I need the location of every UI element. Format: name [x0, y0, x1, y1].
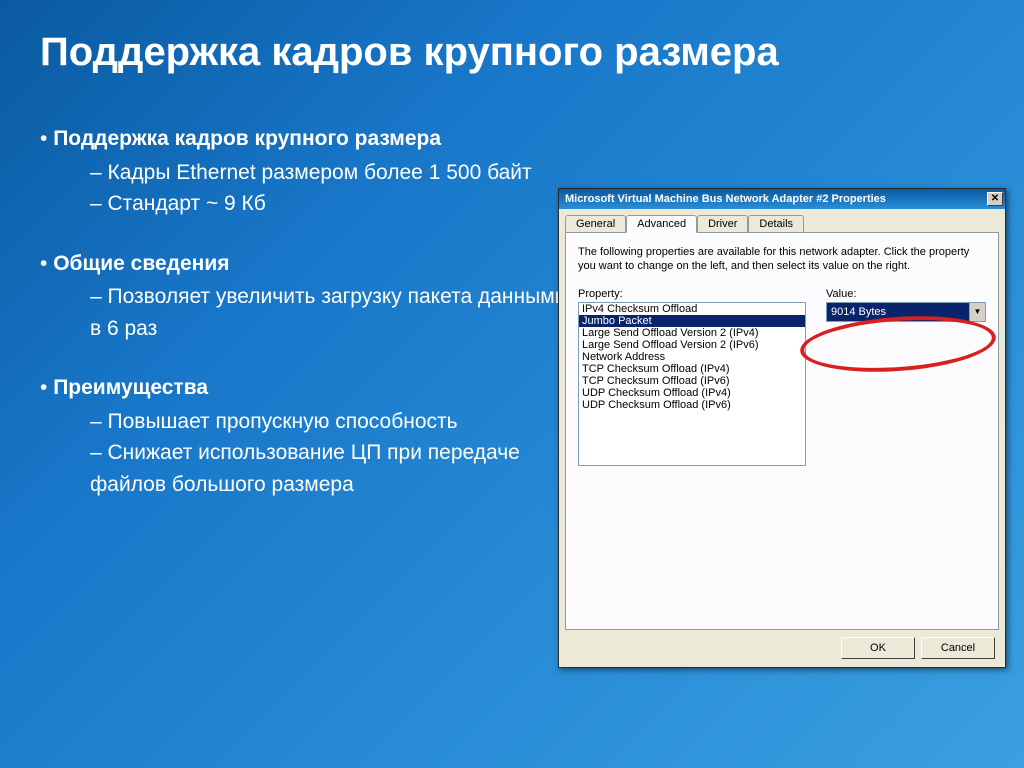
sub-bullet: Снижает использование ЦП при передаче фа… [90, 437, 570, 500]
bullet-head: Поддержка кадров крупного размера [53, 127, 441, 150]
tab-details[interactable]: Details [748, 215, 804, 232]
dialog-title-text: Microsoft Virtual Machine Bus Network Ad… [565, 193, 987, 205]
close-button[interactable]: ✕ [987, 192, 1003, 206]
value-selected-text: 9014 Bytes [827, 303, 969, 321]
sub-bullet: Стандарт ~ 9 Кб [90, 188, 570, 220]
property-item-selected[interactable]: Jumbo Packet [579, 315, 805, 327]
cancel-button[interactable]: Cancel [921, 637, 995, 659]
value-label: Value: [826, 288, 986, 300]
property-item[interactable]: Network Address [579, 351, 805, 363]
slide-title: Поддержка кадров крупного размера [40, 30, 984, 75]
property-item[interactable]: Large Send Offload Version 2 (IPv6) [579, 339, 805, 351]
tab-driver[interactable]: Driver [697, 215, 748, 232]
bullet-list: Поддержка кадров крупного размера Кадры … [40, 123, 570, 500]
property-item[interactable]: Large Send Offload Version 2 (IPv4) [579, 327, 805, 339]
bullet-head: Преимущества [53, 376, 208, 399]
dropdown-arrow-icon[interactable]: ▼ [969, 303, 985, 321]
value-dropdown[interactable]: 9014 Bytes ▼ [826, 302, 986, 322]
tab-general[interactable]: General [565, 215, 626, 232]
property-label: Property: [578, 288, 806, 300]
tab-panel-advanced: The following properties are available f… [565, 232, 999, 630]
tab-strip: General Advanced Driver Details [559, 209, 1005, 232]
bullet-head: Общие сведения [53, 252, 229, 275]
property-item[interactable]: UDP Checksum Offload (IPv6) [579, 399, 805, 411]
sub-bullet: Позволяет увеличить загрузку пакета данн… [90, 281, 570, 344]
tab-advanced[interactable]: Advanced [626, 215, 697, 233]
property-listbox[interactable]: IPv4 Checksum Offload Jumbo Packet Large… [578, 302, 806, 466]
property-item[interactable]: IPv4 Checksum Offload [579, 303, 805, 315]
property-item[interactable]: UDP Checksum Offload (IPv4) [579, 387, 805, 399]
property-item[interactable]: TCP Checksum Offload (IPv6) [579, 375, 805, 387]
sub-bullet: Повышает пропускную способность [90, 406, 570, 438]
ok-button[interactable]: OK [841, 637, 915, 659]
property-item[interactable]: TCP Checksum Offload (IPv4) [579, 363, 805, 375]
panel-description: The following properties are available f… [578, 245, 986, 274]
dialog-titlebar: Microsoft Virtual Machine Bus Network Ad… [559, 189, 1005, 209]
properties-dialog: Microsoft Virtual Machine Bus Network Ad… [558, 188, 1006, 668]
sub-bullet: Кадры Ethernet размером более 1 500 байт [90, 157, 570, 189]
